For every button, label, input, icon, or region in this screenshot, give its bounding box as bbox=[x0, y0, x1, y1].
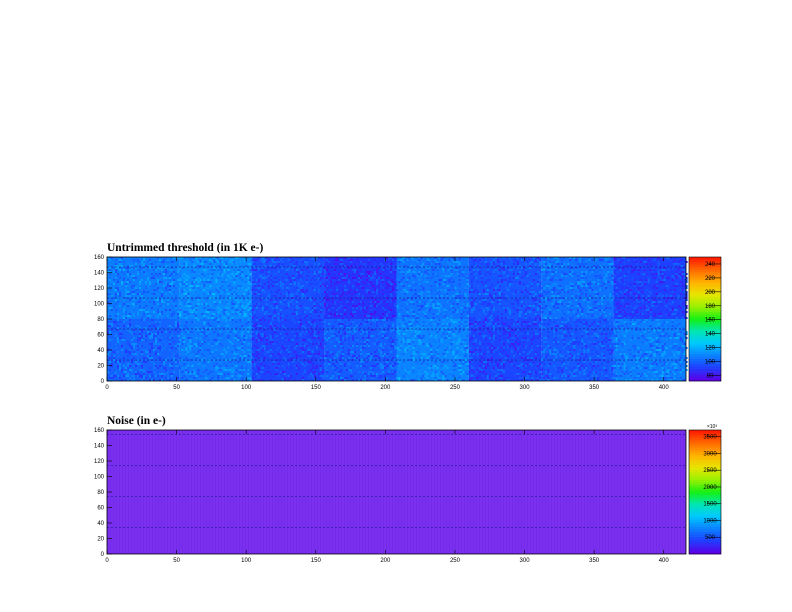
y-tick-label: 40 bbox=[97, 348, 104, 354]
y-tick-label: 60 bbox=[97, 333, 104, 339]
y-tick-label: 80 bbox=[97, 490, 104, 496]
y-tick-label: 60 bbox=[97, 506, 104, 512]
x-tick-label: 400 bbox=[659, 558, 670, 564]
heatmap-panel-2: 0 50 100 150 200 250 300 350 400 0 20 40 60 80 100 120 1… bbox=[94, 424, 722, 564]
colorbar-tick-label: 220 bbox=[705, 276, 716, 282]
y-tick-label: 0 bbox=[101, 379, 105, 385]
x-tick-label: 200 bbox=[380, 385, 391, 391]
colorbar-tick-label: 3000 bbox=[703, 451, 717, 457]
colorbar-tick-label: 180 bbox=[705, 304, 716, 310]
x-tick-label: 350 bbox=[589, 385, 600, 391]
x-tick-label: 100 bbox=[241, 385, 252, 391]
y-tick-label: 100 bbox=[94, 475, 105, 481]
y-tick-label: 160 bbox=[94, 255, 105, 261]
colorbar-tick-label: 1500 bbox=[703, 502, 717, 508]
x-tick-label: 150 bbox=[311, 558, 322, 564]
colorbar-tick-label: 3500 bbox=[703, 435, 717, 441]
y-tick-label: 80 bbox=[97, 317, 104, 323]
colorbar-tick-label: 80 bbox=[707, 373, 714, 379]
x-tick-label: 150 bbox=[311, 385, 322, 391]
colorbar-tick-label: 500 bbox=[705, 535, 716, 541]
y-tick-label: 140 bbox=[94, 444, 105, 450]
y-tick-label: 40 bbox=[97, 521, 104, 527]
x-tick-label: 50 bbox=[173, 558, 180, 564]
x-tick-label: 300 bbox=[520, 558, 531, 564]
heatmap-cells bbox=[107, 257, 688, 381]
y-tick-label: 120 bbox=[94, 459, 105, 465]
colorbar-tick-label: 160 bbox=[705, 318, 716, 324]
colorbar-tick-label: 1000 bbox=[703, 518, 717, 524]
colorbar-tick-label: 140 bbox=[705, 332, 716, 338]
y-tick-label: 20 bbox=[97, 364, 104, 370]
x-tick-label: 350 bbox=[589, 558, 600, 564]
colorbar-tick-label: 200 bbox=[705, 290, 716, 296]
x-tick-label: 300 bbox=[520, 385, 531, 391]
heatmap-cells bbox=[107, 430, 686, 554]
x-tick-label: 250 bbox=[450, 385, 461, 391]
chart-canvas: 0 50 100 150 200 250 300 350 4000204060801001201… bbox=[94, 255, 722, 564]
colorbar-exponent-label: ×10³ bbox=[707, 424, 717, 430]
x-tick-label: 0 bbox=[105, 385, 109, 391]
colorbar-tick-label: 100 bbox=[705, 359, 716, 365]
y-tick-label: 0 bbox=[101, 552, 105, 558]
y-tick-label: 160 bbox=[94, 428, 105, 434]
colorbar-tick-label: 240 bbox=[705, 262, 716, 268]
y-tick-label: 100 bbox=[94, 302, 105, 308]
colorbar: 80 100 120 140 160 180 200 220 240 bbox=[688, 256, 722, 382]
x-tick-label: 50 bbox=[173, 385, 180, 391]
colorbar-tick-label: 2500 bbox=[703, 468, 717, 474]
y-tick-label: 140 bbox=[94, 271, 105, 277]
x-tick-label: 0 bbox=[105, 558, 109, 564]
colorbar: 500 1000 1500 2000 2500 3000 3500 ×10³ bbox=[688, 424, 722, 555]
x-tick-label: 250 bbox=[450, 558, 461, 564]
colorbar-tick-label: 120 bbox=[705, 346, 716, 352]
y-tick-label: 20 bbox=[97, 537, 104, 543]
colorbar-tick-label: 2000 bbox=[703, 485, 717, 491]
x-tick-label: 200 bbox=[380, 558, 391, 564]
y-tick-label: 120 bbox=[94, 286, 105, 292]
heatmap-panel-1: 0 50 100 150 200 250 300 350 400 0 20 40 60 80 100 120 1… bbox=[94, 255, 722, 391]
x-tick-label: 100 bbox=[241, 558, 252, 564]
x-tick-label: 400 bbox=[659, 385, 670, 391]
